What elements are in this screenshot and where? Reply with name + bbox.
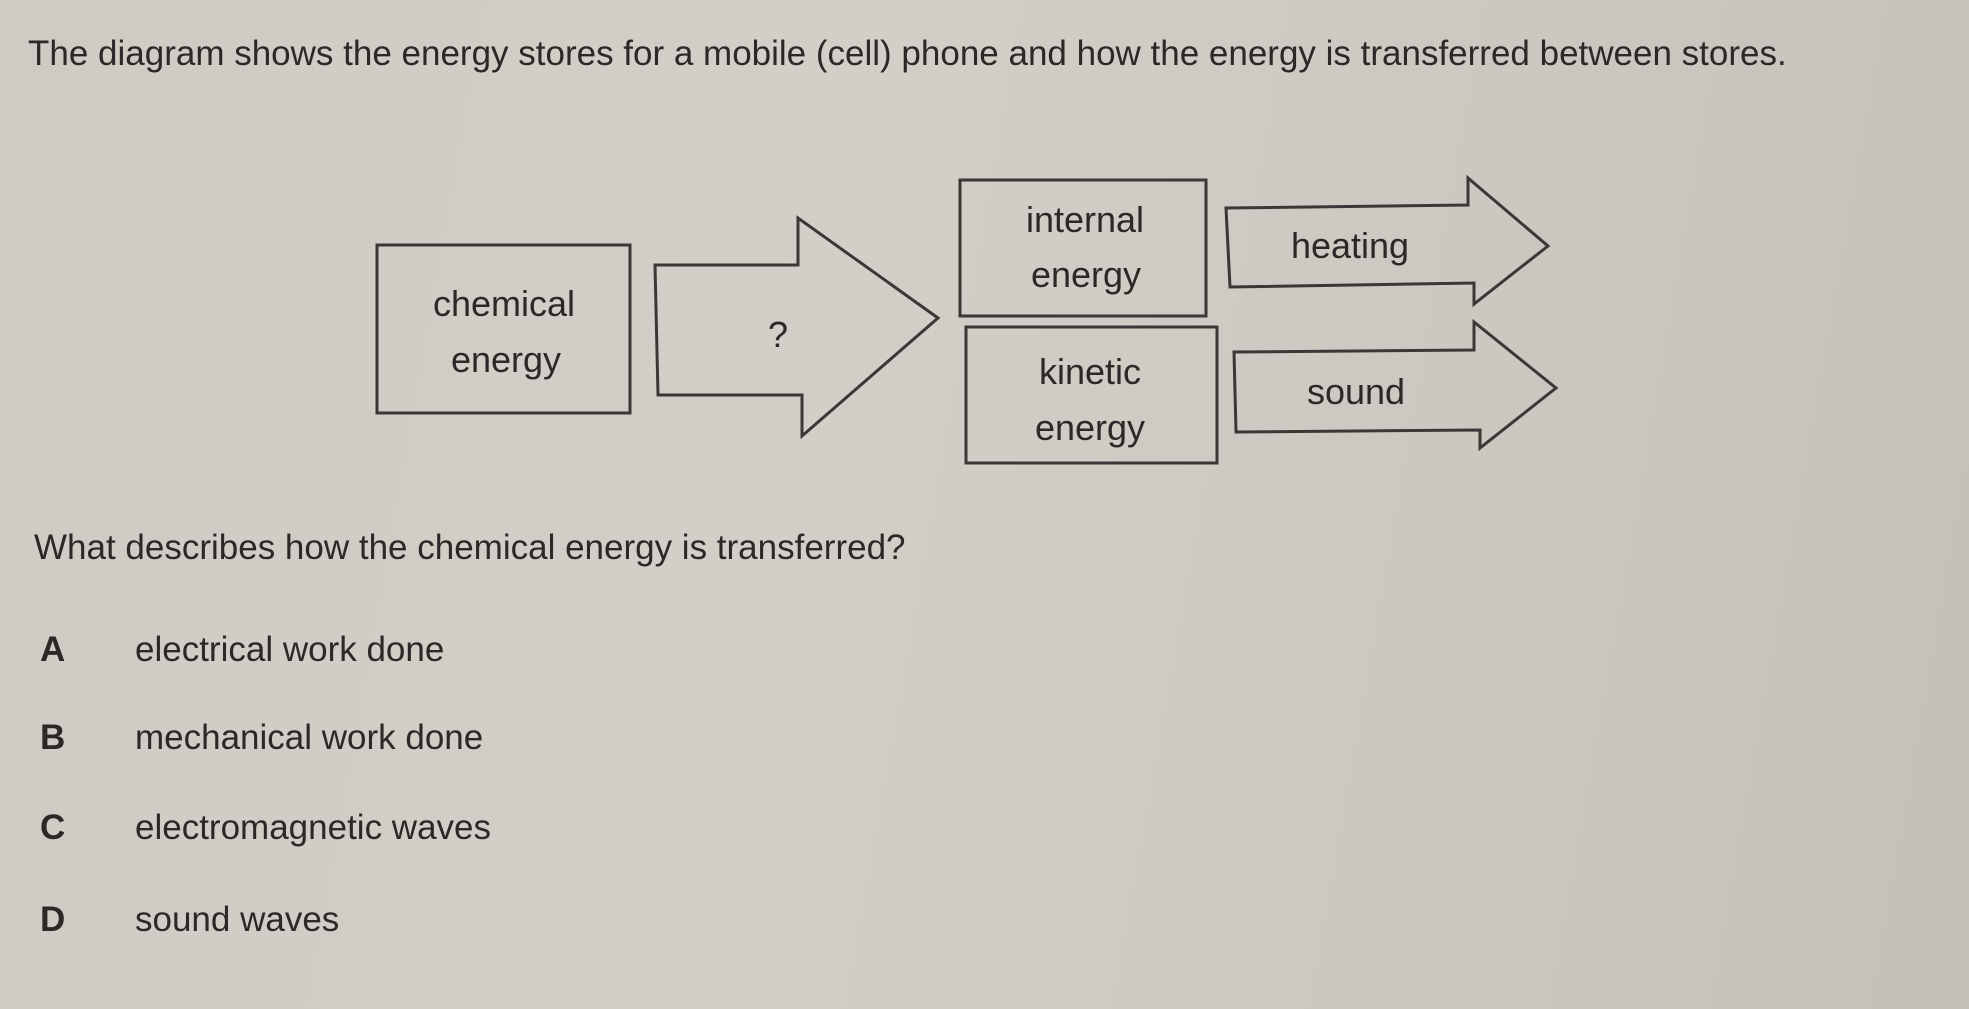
internal-store-label-1: internal [1026,199,1144,240]
option-text: sound waves [135,900,340,939]
option-a[interactable]: Aelectrical work done [40,630,444,670]
internal-store-label-2: energy [1031,254,1141,295]
option-d[interactable]: Dsound waves [40,900,339,940]
chemical-store-label-1: chemical [433,283,575,324]
option-c[interactable]: Celectromagnetic waves [40,808,491,848]
option-letter: D [40,900,66,939]
option-text: mechanical work done [135,718,484,757]
option-text: electromagnetic waves [135,808,491,847]
energy-diagram: chemical energy ? internal energy heatin… [375,174,1559,465]
option-letter: A [40,630,66,669]
chemical-store-box [375,243,632,415]
heating-transfer-label: heating [1291,225,1409,266]
unknown-transfer-label: ? [768,314,788,355]
question-text: What describes how the chemical energy i… [34,528,906,567]
option-letter: C [40,808,66,847]
unknown-transfer-arrow [653,215,941,440]
chemical-store-label-2: energy [451,339,561,380]
sound-transfer-label: sound [1307,371,1405,412]
kinetic-store-label-2: energy [1035,407,1145,448]
option-letter: B [40,718,66,757]
option-text: electrical work done [135,630,445,669]
option-b[interactable]: Bmechanical work done [40,718,483,758]
kinetic-store-label-1: kinetic [1039,351,1141,392]
